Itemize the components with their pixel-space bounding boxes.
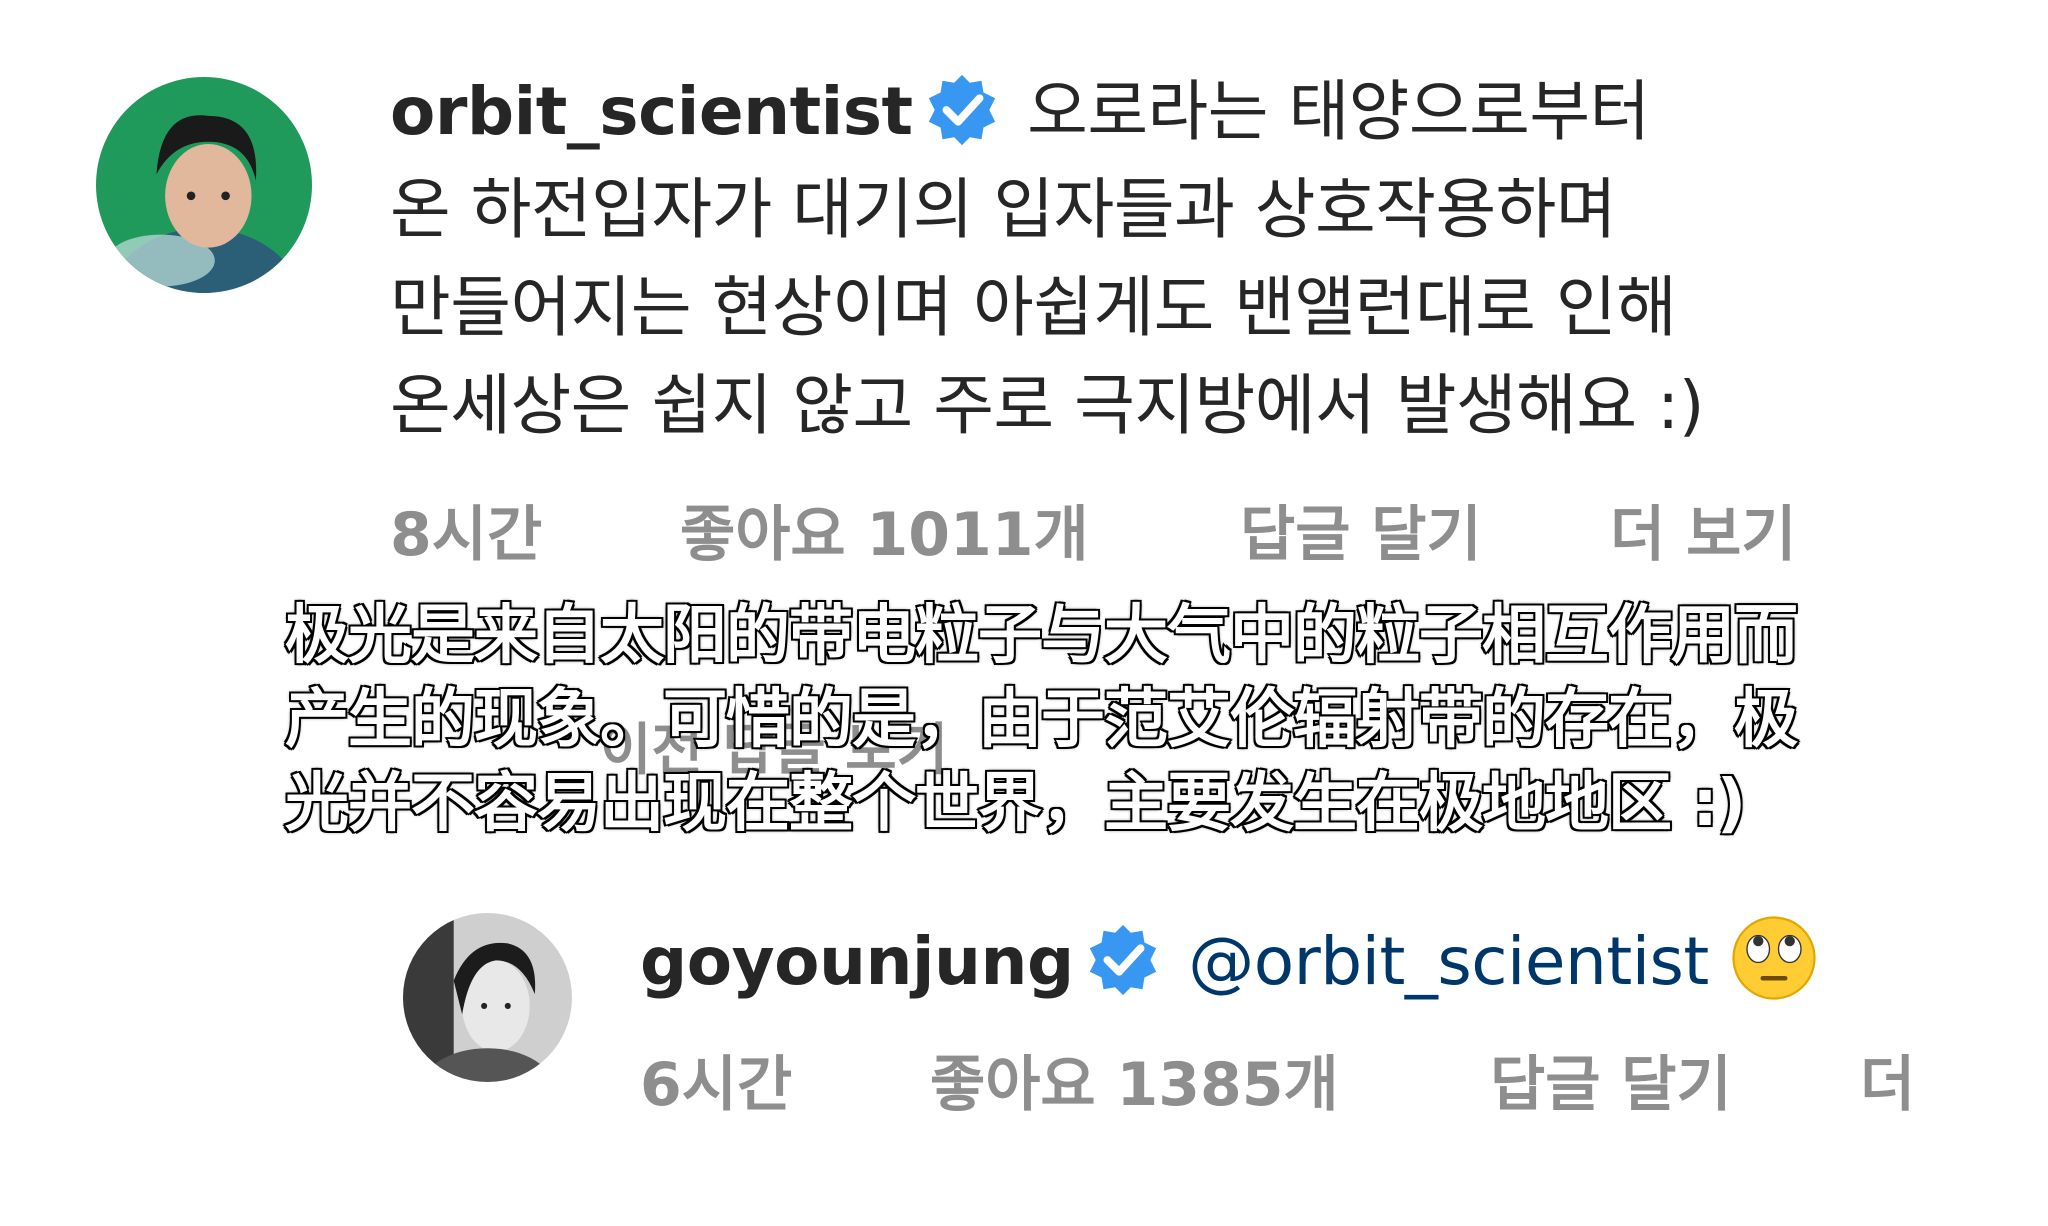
username-orbit-scientist[interactable]: orbit_scientist	[390, 73, 913, 150]
subtitle-line: 光并不容易出现在整个世界，主要发生在极地地区 :)	[284, 766, 1748, 843]
like-count[interactable]: 좋아요 1385개	[930, 1050, 1339, 1120]
comment-text-line: 온세상은 쉽지 않고 주로 극지방에서 발생해요 :)	[390, 367, 1705, 444]
comment-timestamp: 8시간	[390, 500, 543, 570]
more-button[interactable]: 더	[1860, 1050, 1915, 1120]
verified-badge-icon	[1084, 921, 1162, 999]
face-with-rolling-eyes-emoji	[1729, 913, 1819, 1003]
subtitle-line: 极光是来自太阳的带电粒子与大气中的粒子相互作用而	[284, 598, 1800, 675]
verified-badge-icon	[923, 71, 1001, 149]
comment-meta-goyounjung: 6시간 좋아요 1385개 답글 달기 더	[640, 1050, 1960, 1120]
avatar-orbit-scientist[interactable]	[96, 77, 312, 293]
mention-link[interactable]: @orbit_scientist	[1188, 923, 1709, 1000]
translation-subtitle: 极光是来自太阳的带电粒子与大气中的粒子相互作用而 产生的现象。可惜的是，由于范艾…	[284, 594, 1985, 846]
reply-button[interactable]: 답글 달기	[1240, 500, 1482, 570]
reply-button[interactable]: 답글 달기	[1490, 1050, 1732, 1120]
comment-text-line: 오로라는 태양으로부터	[1027, 73, 1650, 150]
username-goyounjung[interactable]: goyounjung	[640, 923, 1074, 1000]
comment-meta-orbit-scientist: 8시간 좋아요 1011개 답글 달기 더 보기	[390, 500, 1890, 570]
comment-orbit-scientist: orbit_scientist 오로라는 태양으로부터 온 하전입자가 대기의 …	[390, 63, 2010, 455]
comment-text-line: 만들어지는 현상이며 아쉽게도 밴앨런대로 인해	[390, 269, 1677, 346]
more-button[interactable]: 더 보기	[1610, 500, 1797, 570]
avatar-goyounjung[interactable]	[403, 913, 572, 1082]
comment-line-1: orbit_scientist 오로라는 태양으로부터	[390, 63, 2010, 161]
like-count[interactable]: 좋아요 1011개	[680, 500, 1089, 570]
comment-timestamp: 6시간	[640, 1050, 793, 1120]
comment-line-1: goyounjung @orbit_scientist	[640, 913, 1819, 1011]
comment-text-line: 온 하전입자가 대기의 입자들과 상호작용하며	[390, 171, 1617, 248]
comment-goyounjung: goyounjung @orbit_scientist	[640, 913, 1819, 1011]
subtitle-line: 产生的现象。可惜的是，由于范艾伦辐射带的存在，极	[284, 682, 1800, 759]
